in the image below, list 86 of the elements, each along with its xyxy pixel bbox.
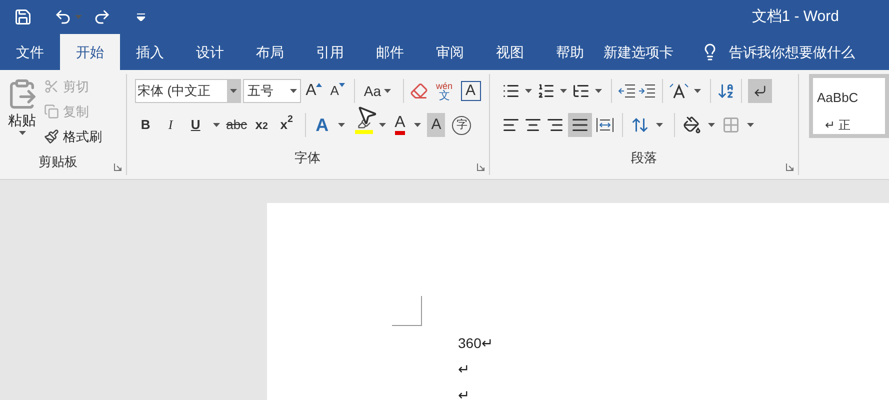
ribbon-tab[interactable]: 帮助: [540, 34, 600, 70]
redo-icon[interactable]: [93, 8, 111, 26]
align-center-icon[interactable]: [524, 116, 542, 134]
caret-icon[interactable]: [524, 89, 532, 93]
character-spacing-icon[interactable]: [668, 82, 689, 100]
sort-icon[interactable]: [716, 82, 735, 100]
enclose-characters-button[interactable]: 字: [452, 116, 472, 134]
show-marks-button[interactable]: [748, 79, 772, 103]
format-button[interactable]: U: [184, 113, 207, 137]
paste-button[interactable]: 粘贴: [0, 74, 44, 152]
ribbon-tab[interactable]: 设计: [180, 34, 240, 70]
document-line: ↵: [458, 386, 471, 400]
caret-icon[interactable]: [708, 123, 715, 127]
character-shading-button[interactable]: A: [427, 113, 446, 137]
ribbon-tab[interactable]: 邮件: [360, 34, 420, 70]
customize-toolbar-icon[interactable]: [137, 13, 145, 21]
align-right-icon[interactable]: [546, 116, 564, 134]
group-label: 剪贴板: [38, 153, 78, 171]
line-spacing-icon[interactable]: [630, 116, 649, 134]
caret-icon[interactable]: [746, 123, 754, 127]
caret-icon[interactable]: [290, 89, 297, 93]
caret-icon[interactable]: [694, 89, 701, 93]
ribbon-tab[interactable]: 布局: [240, 34, 300, 70]
caret-icon[interactable]: [230, 89, 237, 93]
ribbon-tab[interactable]: 视图: [480, 34, 540, 70]
ribbon-tab[interactable]: 插入: [120, 34, 180, 70]
font-color-button[interactable]: A: [392, 113, 408, 137]
caret-icon[interactable]: [384, 89, 392, 93]
phonetic-guide-button[interactable]: wén 文: [436, 81, 453, 101]
caret-icon[interactable]: [338, 123, 345, 127]
caret-icon[interactable]: [18, 131, 26, 135]
font-size-dropdown[interactable]: 五号: [242, 79, 301, 103]
paint-bucket-icon[interactable]: [682, 116, 701, 134]
character-border-button[interactable]: A: [460, 81, 481, 101]
justify-icon: [570, 116, 589, 134]
mouse-cursor-icon: [356, 104, 378, 126]
format-button[interactable]: B: [134, 113, 157, 137]
ribbon-tab[interactable]: 新建选项卡: [600, 34, 677, 70]
style-gallery-item[interactable]: AaBbC ↵ 正: [809, 74, 889, 138]
decrease-indent-icon[interactable]: [618, 83, 636, 99]
align-left-icon[interactable]: [502, 116, 520, 134]
font-name-dropdown[interactable]: 宋体 (中文正: [134, 79, 241, 103]
grow-font-button[interactable]: A: [302, 79, 326, 103]
paragraph-mark-icon: [752, 84, 767, 98]
dialog-launcher-icon[interactable]: [114, 163, 122, 171]
shrink-font-button[interactable]: A: [327, 79, 348, 103]
numbered-list-icon[interactable]: [536, 82, 555, 100]
paintbrush-icon: [44, 129, 59, 144]
ribbon-tab[interactable]: 开始: [60, 34, 120, 70]
copy-icon: [44, 104, 59, 119]
change-case-button[interactable]: Aa: [360, 79, 398, 103]
multilevel-list-icon[interactable]: [572, 82, 590, 100]
down-triangle-icon: [338, 83, 345, 87]
document-line: ↵: [458, 360, 471, 378]
distributed-icon[interactable]: [596, 117, 614, 133]
scissors-icon: [44, 79, 59, 94]
justify-button[interactable]: [568, 113, 592, 137]
format-button[interactable]: abc: [226, 113, 248, 137]
caret-icon[interactable]: [594, 89, 602, 93]
document-line: 360↵: [458, 334, 494, 352]
format-button[interactable]: I: [160, 113, 182, 137]
up-triangle-icon: [316, 83, 322, 87]
dialog-launcher-icon[interactable]: [476, 163, 485, 171]
format-button[interactable]: x$^{2}$: [276, 113, 298, 137]
text-effects-button[interactable]: A: [312, 113, 332, 137]
window-title: 文档1 - Word: [752, 6, 839, 27]
caret-icon[interactable]: [414, 123, 422, 127]
ribbon-tab[interactable]: 审阅: [420, 34, 480, 70]
caret-icon[interactable]: [560, 89, 567, 93]
margin-corner-mark: [392, 296, 422, 326]
tell-me-field[interactable]: 告诉我你想要做什么: [729, 42, 889, 62]
dialog-launcher-icon[interactable]: [786, 163, 794, 171]
format-button[interactable]: x$_{2}$: [250, 113, 273, 137]
caret-icon[interactable]: [212, 123, 220, 127]
bullet-list-icon[interactable]: [502, 82, 520, 100]
undo-icon[interactable]: [54, 8, 72, 26]
caret-icon[interactable]: [378, 123, 386, 127]
increase-indent-icon[interactable]: [638, 83, 656, 99]
eraser-icon[interactable]: [410, 82, 428, 100]
group-label: 段落: [630, 149, 658, 167]
group-label: 字体: [294, 149, 322, 167]
format-painter-button[interactable]: 格式刷: [44, 126, 102, 147]
save-icon[interactable]: [14, 8, 32, 26]
ribbon-tab[interactable]: 文件: [0, 34, 60, 70]
caret-icon[interactable]: [656, 123, 663, 127]
ribbon-tab[interactable]: 引用: [300, 34, 360, 70]
